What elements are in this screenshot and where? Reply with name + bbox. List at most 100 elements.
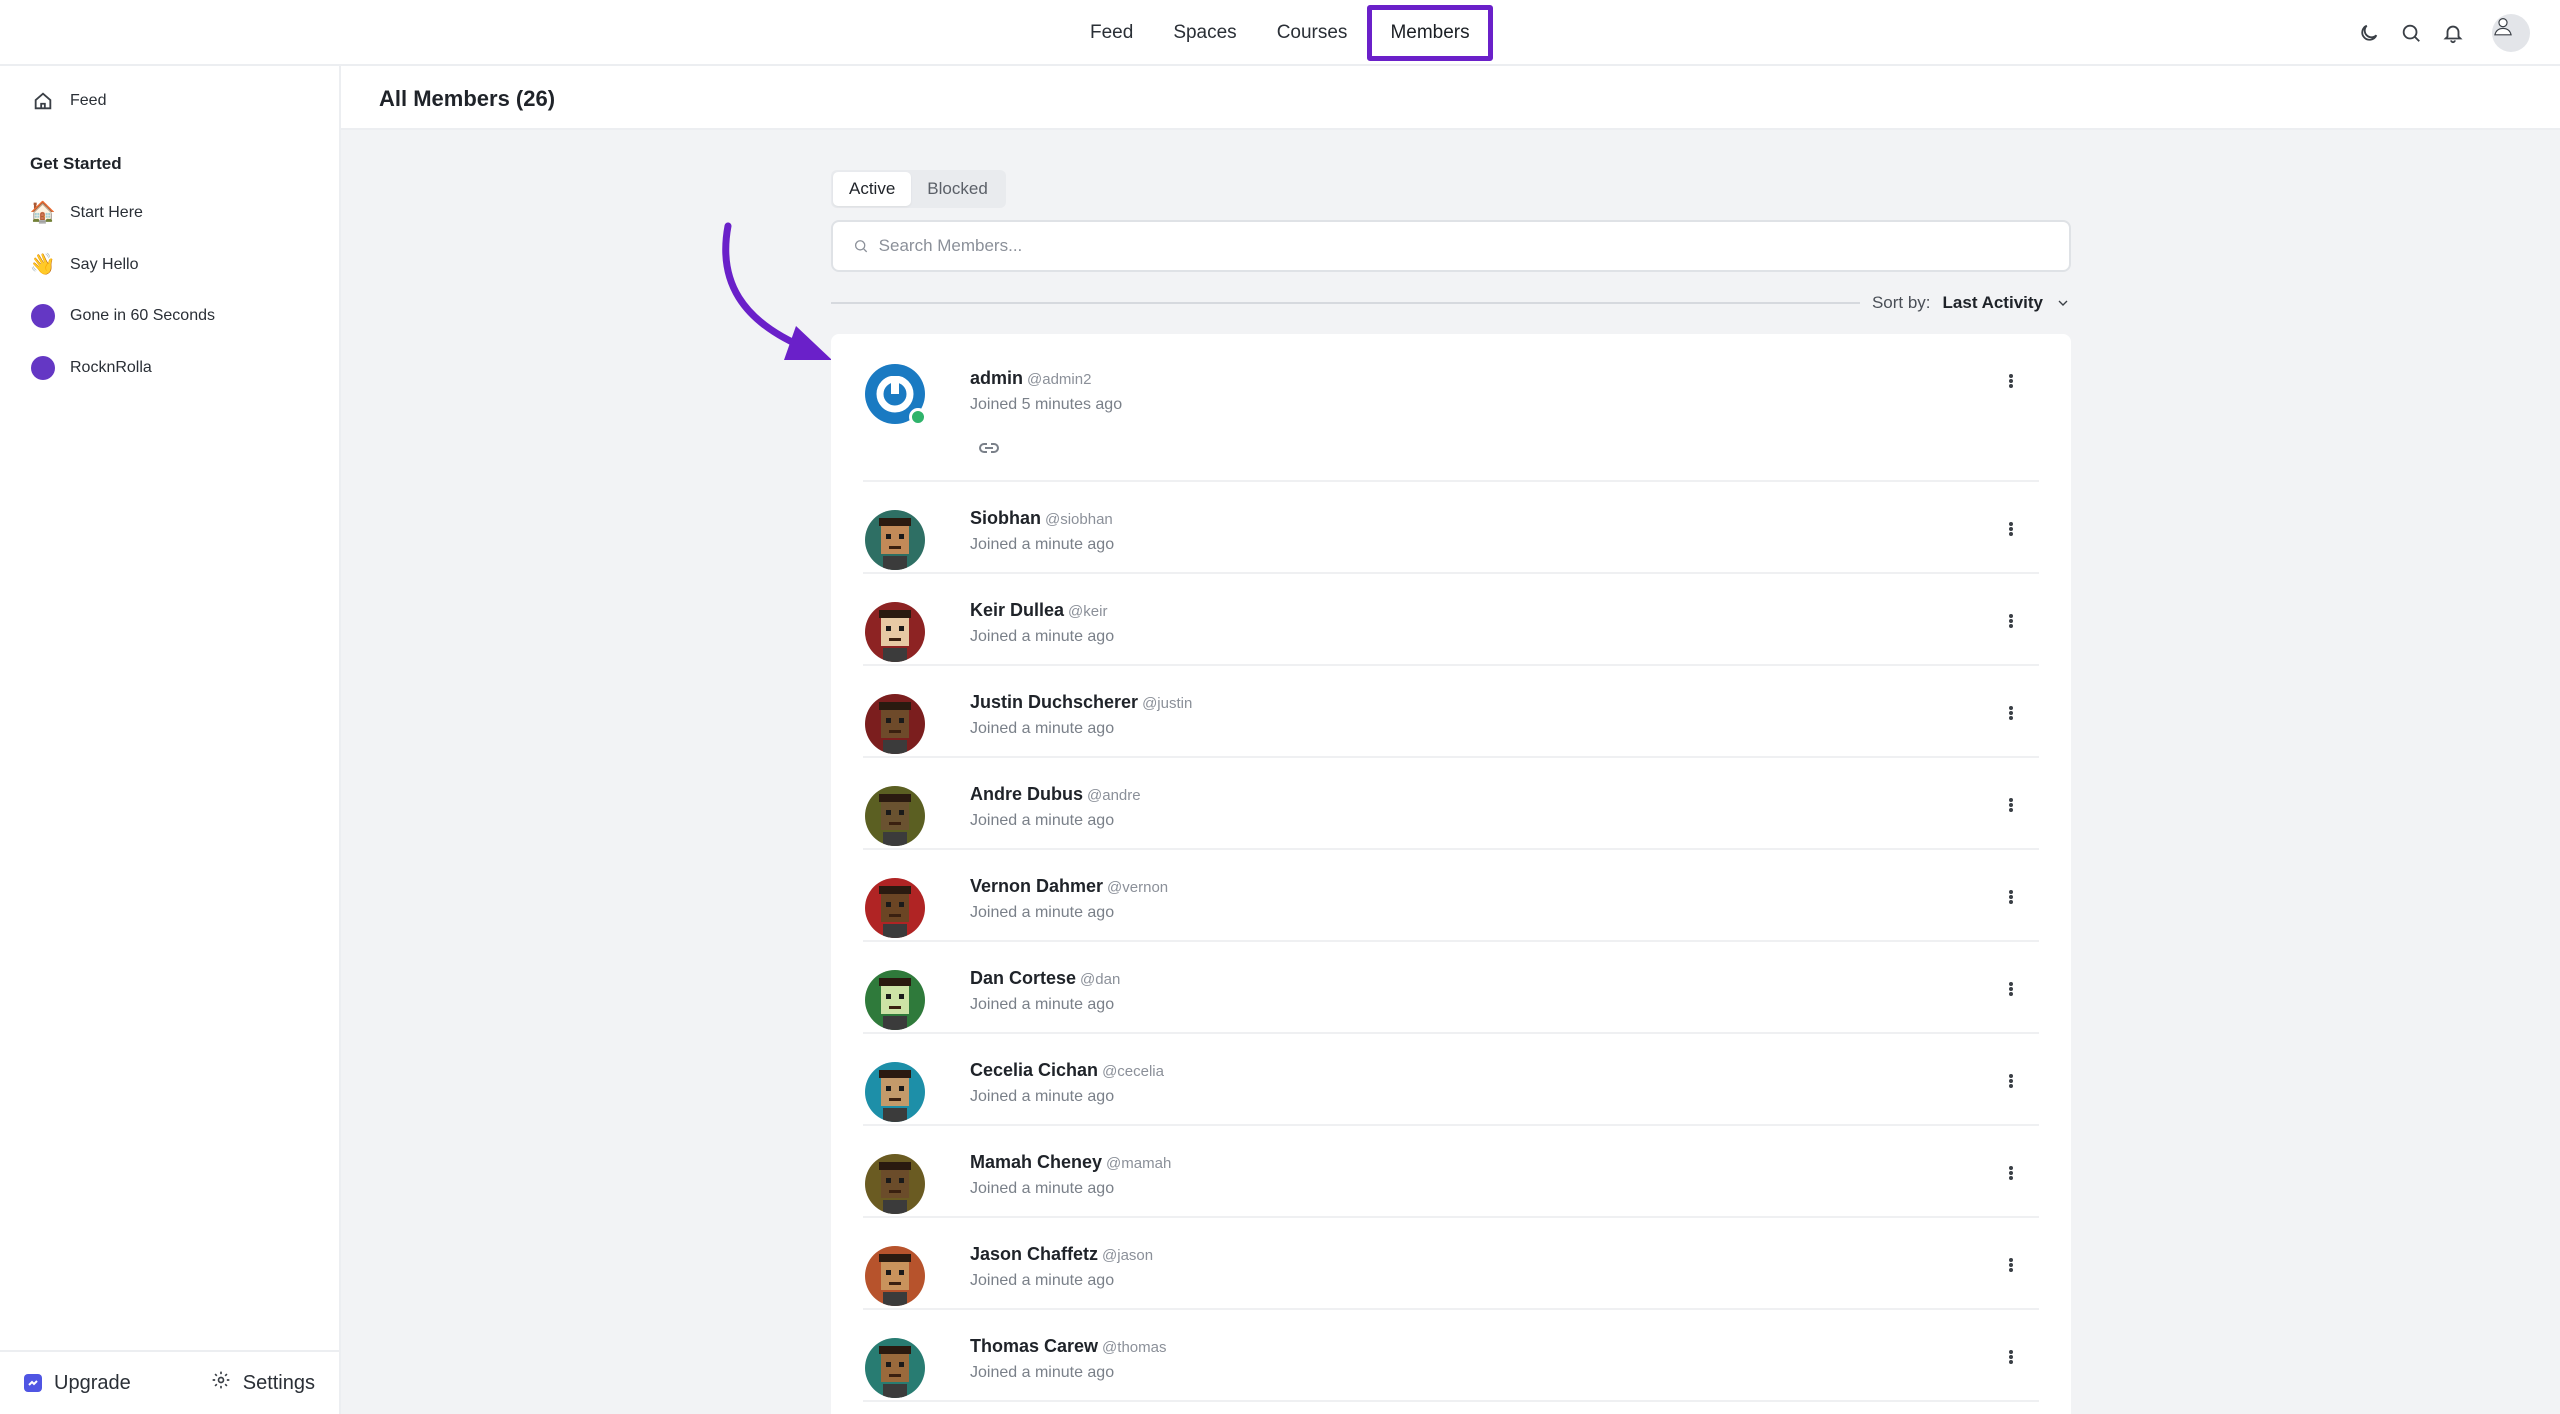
member-joined: Joined a minute ago: [970, 720, 1115, 737]
bell-icon[interactable]: [2442, 22, 2464, 44]
more-options-icon[interactable]: [2003, 702, 2019, 724]
nav-courses[interactable]: Courses: [1257, 5, 1368, 61]
member-name[interactable]: Andre Dubus: [970, 784, 1083, 804]
sidebar-item-label: Gone in 60 Seconds: [70, 307, 215, 324]
member-row[interactable]: Mamah Cheney @mamah Joined a minute ago: [863, 1126, 2039, 1218]
sort-value: Last Activity: [1942, 293, 2043, 312]
nav-feed[interactable]: Feed: [1070, 5, 1153, 61]
member-row[interactable]: Vernon Dahmer @vernon Joined a minute ago: [863, 850, 2039, 942]
online-status-badge: [909, 408, 927, 426]
member-avatar[interactable]: [865, 694, 925, 754]
more-options-icon[interactable]: [2003, 886, 2019, 908]
sidebar-item-say-hello[interactable]: 👋 Say Hello: [30, 248, 139, 282]
member-name[interactable]: Cecelia Cichan: [970, 1060, 1098, 1080]
member-handle: @andre: [1087, 787, 1141, 804]
search-icon[interactable]: [2400, 22, 2422, 44]
member-joined: Joined 5 minutes ago: [970, 396, 1123, 413]
member-handle: @thomas: [1102, 1339, 1167, 1356]
member-row[interactable]: Thomas Carew @thomas Joined a minute ago: [863, 1310, 2039, 1402]
sort-label: Sort by:: [1871, 293, 1931, 312]
settings-label: Settings: [242, 1371, 315, 1394]
member-handle: @justin: [1142, 695, 1193, 712]
top-icons: [2358, 0, 2530, 66]
member-name[interactable]: Vernon Dahmer: [970, 876, 1103, 896]
upgrade-icon: [24, 1374, 42, 1392]
member-avatar[interactable]: [865, 878, 925, 938]
member-name[interactable]: Dan Cortese: [970, 968, 1076, 988]
member-joined: Joined a minute ago: [970, 904, 1115, 921]
sort-dropdown[interactable]: Last Activity: [1943, 293, 2071, 313]
search-box: [831, 220, 2071, 272]
more-options-icon[interactable]: [2003, 610, 2019, 632]
member-name-line: Dan Cortese @dan: [970, 968, 1120, 989]
space-dot-icon: [30, 355, 56, 381]
member-name[interactable]: Thomas Carew: [970, 1336, 1098, 1356]
member-name-line: Vernon Dahmer @vernon: [970, 876, 1168, 897]
member-row[interactable]: Keir Dullea @keir Joined a minute ago: [863, 574, 2039, 666]
member-name[interactable]: Mamah Cheney: [970, 1152, 1102, 1172]
more-options-icon[interactable]: [2003, 518, 2019, 540]
member-joined: Joined a minute ago: [970, 1180, 1115, 1197]
member-row[interactable]: Jason Chaffetz @jason Joined a minute ago: [863, 1218, 2039, 1310]
upgrade-button[interactable]: Upgrade: [24, 1372, 131, 1395]
member-avatar[interactable]: [865, 1338, 925, 1398]
sidebar-item-label: Feed: [70, 92, 107, 109]
member-name-line: Justin Duchscherer @justin: [970, 692, 1192, 713]
member-row[interactable]: Andre Dubus @andre Joined a minute ago: [863, 758, 2039, 850]
more-options-icon[interactable]: [2003, 1346, 2019, 1368]
member-handle: @mamah: [1106, 1155, 1172, 1172]
member-name[interactable]: Justin Duchscherer: [970, 692, 1138, 712]
more-options-icon[interactable]: [2003, 794, 2019, 816]
nav-members[interactable]: Members: [1367, 5, 1493, 61]
more-options-icon[interactable]: [2003, 1162, 2019, 1184]
tab-active[interactable]: Active: [833, 172, 912, 206]
member-row[interactable]: admin @admin2 Joined 5 minutes ago: [863, 334, 2039, 482]
member-avatar[interactable]: [865, 1246, 925, 1306]
space-dot-icon: [30, 303, 56, 329]
member-handle: @siobhan: [1045, 511, 1113, 528]
member-handle: @vernon: [1107, 879, 1169, 896]
member-avatar[interactable]: [865, 970, 925, 1030]
member-handle: @admin2: [1027, 371, 1092, 388]
sidebar-item-label: Say Hello: [70, 256, 139, 273]
moon-icon[interactable]: [2358, 22, 2380, 44]
more-options-icon[interactable]: [2003, 1254, 2019, 1276]
tab-blocked[interactable]: Blocked: [911, 172, 1003, 206]
member-avatar[interactable]: [865, 786, 925, 846]
more-options-icon[interactable]: [2003, 370, 2019, 392]
sidebar-item-feed[interactable]: Feed: [30, 84, 106, 118]
sidebar-item-start-here[interactable]: 🏠 Start Here: [30, 196, 143, 230]
sort-row: Sort by: Last Activity: [831, 290, 2071, 316]
more-options-icon[interactable]: [2003, 978, 2019, 1000]
member-avatar[interactable]: [865, 510, 925, 570]
members-list: admin @admin2 Joined 5 minutes ago Siobhan @…: [831, 334, 2071, 1414]
member-name-line: Mamah Cheney @mamah: [970, 1152, 1171, 1173]
member-joined: Joined a minute ago: [970, 1364, 1115, 1381]
member-name[interactable]: Keir Dullea: [970, 600, 1064, 620]
member-avatar[interactable]: [865, 1154, 925, 1214]
member-name-line: Jason Chaffetz @jason: [970, 1244, 1153, 1265]
member-name-line: admin @admin2: [970, 368, 1091, 389]
sidebar-item-gone-in-60-seconds[interactable]: Gone in 60 Seconds: [30, 299, 215, 333]
link-icon[interactable]: [977, 440, 1001, 456]
user-avatar[interactable]: [2492, 14, 2530, 52]
settings-button[interactable]: Settings: [211, 1370, 315, 1396]
member-name-line: Thomas Carew @thomas: [970, 1336, 1166, 1357]
member-row[interactable]: Siobhan @siobhan Joined a minute ago: [863, 482, 2039, 574]
member-joined: Joined a minute ago: [970, 536, 1115, 553]
more-options-icon[interactable]: [2003, 1070, 2019, 1092]
sidebar-item-label: Start Here: [70, 204, 143, 221]
member-row[interactable]: Dan Cortese @dan Joined a minute ago: [863, 942, 2039, 1034]
search-members-input[interactable]: [878, 236, 2049, 256]
member-name[interactable]: admin: [970, 368, 1023, 388]
member-row[interactable]: Cecelia Cichan @cecelia Joined a minute ag…: [863, 1034, 2039, 1126]
member-avatar[interactable]: [865, 1062, 925, 1122]
member-row[interactable]: Justin Duchscherer @justin Joined a minute…: [863, 666, 2039, 758]
sidebar-item-rocknrolla[interactable]: RocknRolla: [30, 351, 152, 385]
member-name[interactable]: Siobhan: [970, 508, 1041, 528]
upgrade-label: Upgrade: [54, 1371, 131, 1394]
member-avatar[interactable]: [865, 602, 925, 662]
nav-spaces[interactable]: Spaces: [1153, 5, 1256, 61]
gear-icon: [211, 1370, 231, 1396]
member-name[interactable]: Jason Chaffetz: [970, 1244, 1098, 1264]
